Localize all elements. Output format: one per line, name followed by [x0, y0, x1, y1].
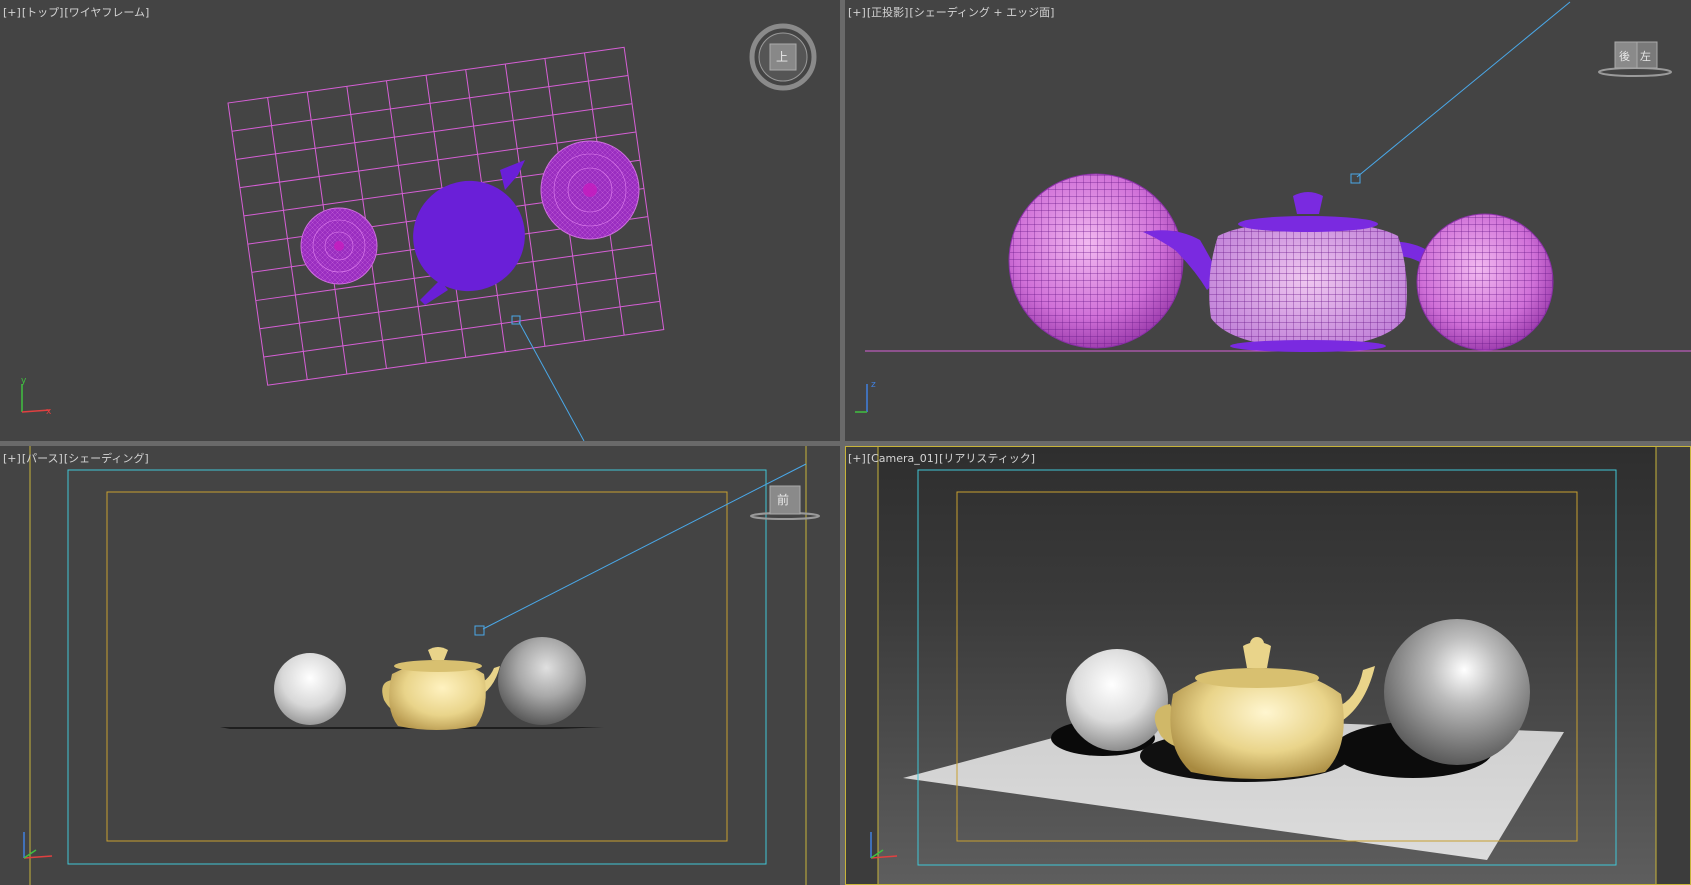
sphere-small-front	[1416, 213, 1554, 351]
viewcube-front[interactable]: 後 左	[1597, 38, 1673, 80]
sphere-white	[274, 653, 346, 725]
viewport-shading-mode[interactable]: [シェーディング]	[64, 452, 149, 465]
sphere-large-wireframe	[540, 140, 640, 240]
viewport-top[interactable]: [+][トップ][ワイヤフレーム] y x 上	[0, 0, 840, 441]
viewport-camera[interactable]: [+][Camera_01][リアリスティック]	[845, 446, 1691, 885]
sphere-white	[1066, 649, 1168, 751]
axis-tripod-persp	[23, 832, 53, 859]
axis-label-z: z	[871, 380, 876, 390]
camera-view-canvas	[845, 446, 1691, 885]
viewport-menu-plus[interactable]: [+]	[848, 6, 866, 19]
axis-tripod-front: z	[855, 380, 876, 413]
viewport-shading-mode[interactable]: [シェーディング + エッジ面]	[909, 6, 1054, 19]
teapot-front	[1143, 192, 1427, 352]
viewport-perspective[interactable]: [+][パース][シェーディング] 前	[0, 446, 840, 885]
camera-target-line	[511, 315, 585, 441]
viewport-shading-mode[interactable]: [リアリスティック]	[939, 452, 1035, 465]
axis-label-y: y	[21, 376, 27, 386]
sphere-small-wireframe	[300, 207, 378, 285]
viewport-menu-plus[interactable]: [+]	[3, 6, 21, 19]
viewport-point-of-view[interactable]: [Camera_01]	[867, 452, 938, 465]
sphere-grey	[498, 637, 586, 725]
viewcube-face-left[interactable]: 左	[1640, 48, 1651, 64]
top-view-canvas: y x	[21, 46, 665, 441]
viewport-label-top[interactable]: [+][トップ][ワイヤフレーム]	[3, 4, 150, 20]
axis-tripod-top: y x	[21, 376, 52, 417]
sphere-large-front	[1008, 173, 1184, 349]
teapot-top-wireframe	[413, 160, 525, 305]
perspective-view-canvas	[23, 446, 807, 885]
sphere-grey	[1384, 619, 1530, 765]
viewport-menu-plus[interactable]: [+]	[848, 452, 866, 465]
viewport-label-camera[interactable]: [+][Camera_01][リアリスティック]	[848, 450, 1036, 466]
viewport-point-of-view[interactable]: [トップ]	[22, 6, 64, 19]
camera-target-line	[1350, 1, 1571, 184]
viewport-label-perspective[interactable]: [+][パース][シェーディング]	[3, 450, 150, 466]
viewcube-face-label[interactable]: 前	[777, 491, 789, 508]
viewcube-face-label[interactable]: 上	[776, 48, 788, 65]
viewport-shading-mode[interactable]: [ワイヤフレーム]	[64, 6, 149, 19]
teapot-yellow	[382, 647, 500, 730]
viewport-point-of-view[interactable]: [正投影]	[867, 6, 909, 19]
viewcube-perspective[interactable]: 前	[750, 482, 820, 522]
axis-label-x: x	[46, 407, 52, 417]
viewport-front[interactable]: [+][正投影][シェーディング + エッジ面] z 後 左	[845, 0, 1691, 441]
viewcube-face-back[interactable]: 後	[1619, 48, 1630, 64]
front-view-canvas: z	[855, 1, 1691, 413]
viewport-label-front[interactable]: [+][正投影][シェーディング + エッジ面]	[848, 4, 1055, 20]
viewport-menu-plus[interactable]: [+]	[3, 452, 21, 465]
viewport-point-of-view[interactable]: [パース]	[22, 452, 63, 465]
viewcube-top[interactable]: 上	[748, 22, 818, 92]
